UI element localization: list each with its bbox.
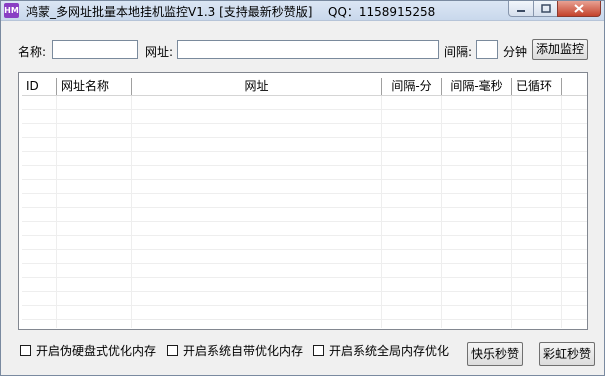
column-header-id[interactable]: ID: [22, 78, 57, 95]
option-pseudo-disk-memory[interactable]: 开启伪硬盘式优化内存: [20, 342, 156, 358]
interval-unit-label: 分钟: [503, 45, 528, 59]
checkbox-pseudo-disk-memory[interactable]: [20, 344, 31, 356]
option-system-memory[interactable]: 开启系统自带优化内存: [167, 342, 303, 358]
url-label: 网址:: [145, 45, 174, 59]
column-header-url[interactable]: 网址: [132, 78, 382, 95]
checkbox-global-memory[interactable]: [313, 344, 324, 356]
grid-divider: [131, 96, 132, 328]
monitor-list[interactable]: ID 网址名称 网址 间隔-分 间隔-毫秒 已循环: [18, 72, 588, 330]
grid-divider: [381, 96, 382, 328]
maximize-button[interactable]: [533, 1, 558, 17]
name-label: 名称:: [18, 45, 47, 59]
list-grid: [22, 96, 587, 328]
interval-input[interactable]: [476, 40, 498, 59]
list-header: ID 网址名称 网址 间隔-分 间隔-毫秒 已循环: [22, 78, 587, 96]
column-header-loop-count[interactable]: 已循环: [512, 78, 562, 95]
grid-divider: [511, 96, 512, 328]
grid-divider: [561, 96, 562, 328]
add-monitor-button[interactable]: 添加监控: [532, 39, 588, 60]
rainbow-like-button[interactable]: 彩虹秒赞: [539, 342, 595, 366]
option-label: 开启伪硬盘式优化内存: [36, 343, 157, 358]
grid-divider: [441, 96, 442, 328]
close-button[interactable]: [557, 1, 601, 17]
grid-divider: [56, 96, 57, 328]
name-input[interactable]: [52, 40, 138, 59]
url-input[interactable]: [177, 40, 439, 59]
title-bar[interactable]: HM 鸿蒙_多网址批量本地挂机监控V1.3 [支持最新秒赞版] QQ：11589…: [1, 1, 604, 21]
minimize-icon: [517, 9, 525, 12]
option-global-memory[interactable]: 开启系统全局内存优化: [313, 342, 449, 358]
window-title: 鸿蒙_多网址批量本地挂机监控V1.3 [支持最新秒赞版]: [26, 5, 313, 19]
column-header-site-name[interactable]: 网址名称: [57, 78, 132, 95]
qq-contact: QQ：1158915258: [328, 5, 436, 19]
maximize-icon: [540, 4, 551, 13]
close-icon: [574, 4, 584, 13]
column-header-interval-ms[interactable]: 间隔-毫秒: [442, 78, 512, 95]
option-label: 开启系统全局内存优化: [329, 343, 450, 358]
happy-like-button[interactable]: 快乐秒赞: [467, 342, 523, 366]
app-icon: HM: [4, 3, 19, 18]
app-window: HM 鸿蒙_多网址批量本地挂机监控V1.3 [支持最新秒赞版] QQ：11589…: [0, 0, 605, 376]
minimize-button[interactable]: [508, 1, 534, 17]
column-header-interval-min[interactable]: 间隔-分: [382, 78, 442, 95]
option-label: 开启系统自带优化内存: [183, 343, 304, 358]
checkbox-system-memory[interactable]: [167, 344, 178, 356]
interval-label: 间隔:: [444, 45, 473, 59]
